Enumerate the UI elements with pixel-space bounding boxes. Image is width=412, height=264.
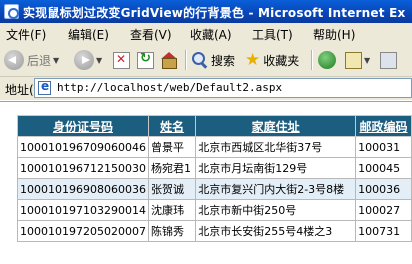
back-arrow-icon: [4, 50, 24, 70]
title-bar: 实现鼠标划过改变GridView的行背景色 - Microsoft Intern…: [0, 0, 412, 23]
cell-postcode: 100031: [355, 136, 412, 158]
page-content: 身份证号码 姓名 家庭住址 邮政编码 100010196709060046 曾景…: [0, 101, 412, 264]
header-postcode[interactable]: 邮政编码: [355, 115, 412, 137]
menu-tools[interactable]: 工具(T): [252, 26, 293, 43]
history-button[interactable]: [318, 48, 336, 72]
table-header-row: 身份证号码 姓名 家庭住址 邮政编码: [17, 115, 412, 137]
gridview-table: 身份证号码 姓名 家庭住址 邮政编码 100010196709060046 曾景…: [17, 115, 412, 242]
mail-dropdown-icon[interactable]: ▼: [364, 56, 370, 65]
cell-name: 杨宛君1: [147, 157, 197, 179]
cell-name: 沈康玮: [147, 199, 197, 221]
favorites-label: 收藏夹: [263, 53, 300, 68]
window-title: 实现鼠标划过改变GridView的行背景色 - Microsoft Intern…: [23, 6, 406, 20]
cell-address: 北京市新中街250号: [195, 199, 357, 221]
print-button[interactable]: [380, 48, 397, 72]
back-label: 后退: [27, 53, 52, 68]
header-id-number[interactable]: 身份证号码: [17, 115, 149, 137]
search-label: 搜索: [211, 53, 236, 68]
cell-postcode: 100045: [355, 157, 412, 179]
ie-app-icon: [4, 4, 19, 19]
favorites-button[interactable]: ★ 收藏夹: [245, 48, 299, 72]
forward-button[interactable]: ▼: [74, 48, 102, 72]
cell-postcode: 100027: [355, 199, 412, 221]
print-icon: [380, 51, 397, 69]
back-button[interactable]: 后退 ▼: [4, 48, 59, 72]
search-button[interactable]: 搜索: [192, 48, 235, 72]
stop-button[interactable]: [113, 48, 130, 72]
table-row[interactable]: 100010197205020007 陈锦秀 北京市长安街255号4楼之3 10…: [17, 220, 412, 242]
back-dropdown-icon[interactable]: ▼: [53, 56, 59, 65]
address-input[interactable]: http://localhost/web/Default2.aspx: [34, 78, 412, 98]
cell-address: 北京市长安街255号4楼之3: [195, 220, 357, 242]
cell-id-number: 100010197205020007: [17, 220, 149, 242]
stop-icon: [113, 51, 130, 69]
address-bar: 地址(D) http://localhost/web/Default2.aspx: [0, 77, 412, 100]
menu-bar: 文件(F) 编辑(E) 查看(V) 收藏(A) 工具(T) 帮助(H): [0, 23, 412, 45]
page-icon: [38, 79, 51, 95]
header-name[interactable]: 姓名: [147, 115, 197, 137]
toolbar-separator: [311, 50, 313, 70]
home-icon: [161, 51, 178, 69]
toolbar-separator: [185, 50, 187, 70]
search-icon: [192, 52, 208, 68]
address-url[interactable]: http://localhost/web/Default2.aspx: [57, 81, 282, 94]
cell-name: 曾景平: [147, 136, 197, 158]
cell-name: 张贺诚: [147, 178, 197, 200]
menu-file[interactable]: 文件(F): [6, 26, 46, 43]
refresh-button[interactable]: [137, 48, 154, 72]
menu-view[interactable]: 查看(V): [130, 26, 172, 43]
cell-address: 北京市西城区北华街37号: [195, 136, 357, 158]
toolbar: 后退 ▼ ▼ 搜索 ★ 收藏夹 ▼: [0, 44, 412, 77]
table-row[interactable]: 100010196712150030 杨宛君1 北京市月坛南街129号 1000…: [17, 157, 412, 179]
cell-id-number: 100010196709060046: [17, 136, 149, 158]
mail-icon: [345, 51, 362, 69]
table-row[interactable]: 100010197103290014 沈康玮 北京市新中街250号 100027: [17, 199, 412, 221]
cell-id-number: 100010196908060036: [17, 178, 149, 200]
refresh-icon: [137, 51, 154, 69]
cell-id-number: 100010196712150030: [17, 157, 149, 179]
cell-id-number: 100010197103290014: [17, 199, 149, 221]
cell-postcode: 100731: [355, 220, 412, 242]
favorites-star-icon: ★: [245, 50, 261, 70]
cell-address: 北京市月坛南街129号: [195, 157, 357, 179]
table-row[interactable]: 100010196709060046 曾景平 北京市西城区北华街37号 1000…: [17, 136, 412, 158]
cell-name: 陈锦秀: [147, 220, 197, 242]
history-icon: [318, 51, 336, 69]
mail-button[interactable]: ▼: [345, 48, 370, 72]
menu-help[interactable]: 帮助(H): [313, 26, 355, 43]
forward-arrow-icon: [74, 50, 94, 70]
cell-address: 北京市复兴门内大街2-3号8楼: [195, 178, 357, 200]
table-row-highlighted[interactable]: 100010196908060036 张贺诚 北京市复兴门内大街2-3号8楼 1…: [17, 178, 412, 200]
home-button[interactable]: [161, 48, 178, 72]
menu-favorites[interactable]: 收藏(A): [190, 26, 232, 43]
menu-edit[interactable]: 编辑(E): [68, 26, 109, 43]
header-address[interactable]: 家庭住址: [195, 115, 357, 137]
forward-dropdown-icon[interactable]: ▼: [96, 56, 102, 65]
cell-postcode: 100036: [355, 178, 412, 200]
